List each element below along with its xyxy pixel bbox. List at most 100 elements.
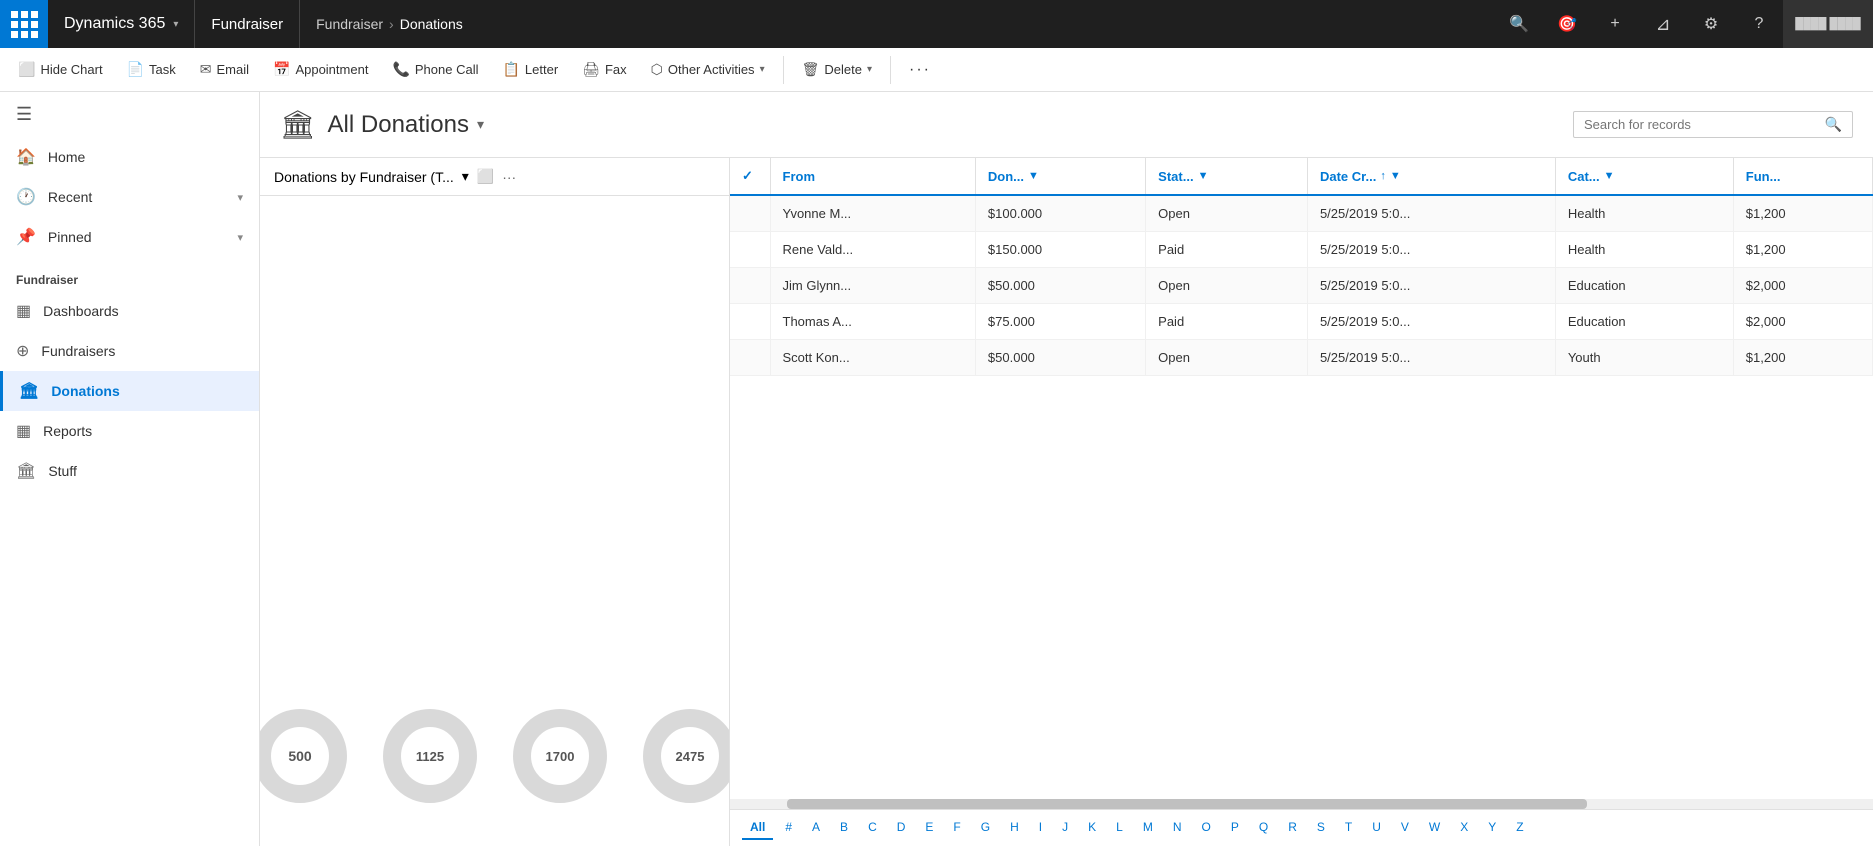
row-fundraiser-3: $2,000 [1733,304,1872,340]
page-link-#[interactable]: # [777,816,800,840]
sidebar-item-stuff[interactable]: 🏛 Stuff [0,451,259,491]
other-activities-button[interactable]: ⬡ Other Activities ▾ [641,52,775,88]
page-link-V[interactable]: V [1393,816,1417,840]
app-name-button[interactable]: Dynamics 365 ▾ [48,0,195,48]
row-fundraiser-2: $2,000 [1733,268,1872,304]
chart-expand-icon[interactable]: ⬜ [477,168,494,185]
create-nav-icon[interactable]: + [1591,0,1639,48]
page-link-K[interactable]: K [1080,816,1104,840]
page-link-C[interactable]: C [860,816,885,840]
more-button[interactable]: ··· [899,52,941,88]
page-link-L[interactable]: L [1108,816,1131,840]
page-link-O[interactable]: O [1194,816,1219,840]
row-check-2[interactable] [730,268,770,304]
search-box[interactable]: 🔍 [1573,111,1853,138]
page-link-E[interactable]: E [917,816,941,840]
row-check-4[interactable] [730,340,770,376]
sidebar-item-reports[interactable]: ▦ Reports [0,411,259,451]
page-link-S[interactable]: S [1309,816,1333,840]
table-row[interactable]: Thomas A... $75.000 Paid 5/25/2019 5:0..… [730,304,1873,340]
table-row[interactable]: Jim Glynn... $50.000 Open 5/25/2019 5:0.… [730,268,1873,304]
recent-nav-icon[interactable]: 🎯 [1543,0,1591,48]
page-link-A[interactable]: A [804,816,828,840]
table-row[interactable]: Yvonne M... $100.000 Open 5/25/2019 5:0.… [730,195,1873,232]
col-fundraiser[interactable]: Fun... [1733,158,1872,195]
donation-filter-icon[interactable]: ▼ [1028,170,1039,182]
page-link-M[interactable]: M [1135,816,1161,840]
current-app-button[interactable]: Fundraiser [195,0,300,48]
row-date-3: 5/25/2019 5:0... [1307,304,1555,340]
col-date[interactable]: Date Cr... ↑ ▼ [1307,158,1555,195]
sidebar-item-fundraisers[interactable]: ⊕ Fundraisers [0,331,259,371]
page-link-X[interactable]: X [1452,816,1476,840]
page-link-T[interactable]: T [1337,816,1360,840]
page-link-Z[interactable]: Z [1508,816,1531,840]
page-link-I[interactable]: I [1031,816,1050,840]
email-button[interactable]: ✉ Email [190,52,259,88]
category-filter-icon[interactable]: ▼ [1604,170,1615,182]
letter-icon: 📋 [502,61,519,78]
sidebar-item-dashboards[interactable]: ▦ Dashboards [0,291,259,331]
sidebar-item-recent[interactable]: 🕐 Recent ▾ [0,177,259,217]
page-link-W[interactable]: W [1421,816,1448,840]
sidebar-item-donations[interactable]: 🏛 Donations [0,371,259,411]
chart-more-icon[interactable]: ··· [502,169,516,185]
delete-button[interactable]: 🗑 Delete ▾ [792,52,882,88]
col-category[interactable]: Cat... ▼ [1555,158,1733,195]
row-check-1[interactable] [730,232,770,268]
fax-button[interactable]: 🖨 Fax [572,52,636,88]
search-nav-icon[interactable]: 🔍 [1495,0,1543,48]
breadcrumb-parent[interactable]: Fundraiser [316,16,383,32]
page-link-H[interactable]: H [1002,816,1027,840]
task-button[interactable]: 📄 Task [117,52,186,88]
page-link-U[interactable]: U [1364,816,1389,840]
col-check[interactable]: ✓ [730,158,770,195]
scrollbar-thumb[interactable] [787,799,1587,809]
user-avatar[interactable]: ████ ████ [1783,0,1873,48]
sidebar-item-pinned[interactable]: 📌 Pinned ▾ [0,217,259,257]
page-link-G[interactable]: G [973,816,998,840]
page-link-Q[interactable]: Q [1251,816,1276,840]
settings-nav-icon[interactable]: ⚙ [1687,0,1735,48]
page-link-P[interactable]: P [1223,816,1247,840]
col-from[interactable]: From [770,158,975,195]
row-date-0: 5/25/2019 5:0... [1307,195,1555,232]
chart-dropdown-chevron[interactable]: ▾ [462,168,469,185]
col-status[interactable]: Stat... ▼ [1146,158,1308,195]
row-donation-0: $100.000 [975,195,1145,232]
row-check-3[interactable] [730,304,770,340]
page-link-Y[interactable]: Y [1480,816,1504,840]
page-link-J[interactable]: J [1054,816,1076,840]
phone-call-button[interactable]: 📞 Phone Call [382,52,488,88]
phone-call-label: Phone Call [415,62,479,77]
page-link-D[interactable]: D [889,816,914,840]
col-donation[interactable]: Don... ▼ [975,158,1145,195]
other-activities-icon: ⬡ [651,61,663,78]
waffle-button[interactable] [0,0,48,48]
table-row[interactable]: Scott Kon... $50.000 Open 5/25/2019 5:0.… [730,340,1873,376]
date-filter-icon[interactable]: ▼ [1390,170,1401,182]
date-sort-icon[interactable]: ↑ [1380,170,1386,182]
table-row[interactable]: Rene Vald... $150.000 Paid 5/25/2019 5:0… [730,232,1873,268]
hamburger-button[interactable]: ☰ [0,92,259,137]
page-link-All[interactable]: All [742,816,773,840]
row-category-4: Youth [1555,340,1733,376]
appointment-button[interactable]: 📅 Appointment [263,52,378,88]
help-nav-icon[interactable]: ? [1735,0,1783,48]
page-link-N[interactable]: N [1165,816,1190,840]
delete-chevron: ▾ [867,64,872,75]
search-icon[interactable]: 🔍 [1825,116,1842,133]
page-link-B[interactable]: B [832,816,856,840]
page-link-R[interactable]: R [1280,816,1305,840]
sidebar-item-home[interactable]: 🏠 Home [0,137,259,177]
page-title-chevron[interactable]: ▾ [477,116,484,133]
grid-table-wrapper[interactable]: ✓ From Don... [730,158,1873,799]
horizontal-scrollbar[interactable] [730,799,1873,809]
filter-nav-icon[interactable]: ⊿ [1639,0,1687,48]
search-input[interactable] [1584,117,1825,132]
row-check-0[interactable] [730,195,770,232]
letter-button[interactable]: 📋 Letter [492,52,568,88]
page-link-F[interactable]: F [945,816,968,840]
status-filter-icon[interactable]: ▼ [1198,170,1209,182]
hide-chart-button[interactable]: ⬜ Hide Chart [8,52,113,88]
